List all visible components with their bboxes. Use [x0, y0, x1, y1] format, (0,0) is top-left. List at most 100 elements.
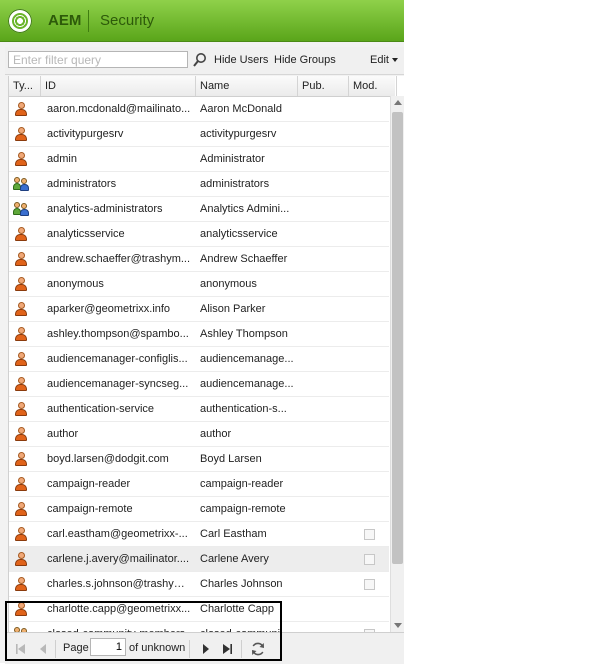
name-cell: audiencemanage...	[200, 353, 294, 365]
table-row[interactable]: activitypurgesrv activitypurgesrv	[9, 122, 389, 147]
user-icon	[14, 477, 28, 491]
id-cell: audiencemanager-configlis...	[47, 353, 188, 365]
id-cell: authentication-service	[47, 403, 155, 415]
toolbar: Hide Users Hide Groups Edit	[5, 47, 404, 75]
table-row[interactable]: administrators administrators	[9, 172, 389, 197]
header-divider	[88, 10, 89, 32]
group-icon	[13, 202, 29, 216]
table-row[interactable]: audiencemanager-syncseg... audiencemanage…	[9, 372, 389, 397]
edit-menu-button[interactable]: Edit	[370, 54, 398, 66]
table-row[interactable]: ashley.thompson@spambo... Ashley Thompson	[9, 322, 389, 347]
id-cell: carl.eastham@geometrixx-...	[47, 528, 188, 540]
table-row[interactable]: author author	[9, 422, 389, 447]
user-icon	[14, 277, 28, 291]
search-icon[interactable]	[192, 52, 208, 68]
type-cell	[11, 97, 33, 121]
id-cell: andrew.schaeffer@trashym...	[47, 253, 191, 265]
name-cell: Charlotte Capp	[200, 603, 274, 615]
first-page-icon[interactable]	[14, 642, 28, 656]
name-cell: administrators	[200, 178, 270, 190]
name-cell: analyticsservice	[200, 228, 278, 240]
user-icon	[14, 252, 28, 266]
user-icon	[14, 402, 28, 416]
page-number-input[interactable]	[90, 638, 126, 656]
table-row[interactable]: aparker@geometrixx.info Alison Parker	[9, 297, 389, 322]
aem-logo-icon[interactable]	[8, 9, 32, 33]
modified-checkbox[interactable]	[364, 579, 375, 590]
column-mod[interactable]: Mod.	[349, 76, 397, 96]
table-row[interactable]: admin Administrator	[9, 147, 389, 172]
user-icon	[14, 527, 28, 541]
type-cell	[11, 397, 33, 421]
name-cell: Carl Eastham	[200, 528, 267, 540]
table-row[interactable]: carlene.j.avery@mailinator.... Carlene Av…	[9, 547, 389, 572]
type-cell	[11, 247, 33, 271]
type-cell	[11, 222, 33, 246]
id-cell: admin	[47, 153, 77, 165]
table-row[interactable]: authentication-service authentication-s..…	[9, 397, 389, 422]
table-row[interactable]: audiencemanager-configlis... audiencemana…	[9, 347, 389, 372]
name-cell: Ashley Thompson	[200, 328, 288, 340]
table-row[interactable]: analytics-administrators Analytics Admini…	[9, 197, 389, 222]
table-row[interactable]: charles.s.johnson@trashym... Charles John…	[9, 572, 389, 597]
pager-divider	[241, 640, 242, 658]
column-id[interactable]: ID	[41, 76, 196, 96]
table-row[interactable]: carl.eastham@geometrixx-... Carl Eastham	[9, 522, 389, 547]
id-cell: campaign-remote	[47, 503, 133, 515]
page-count-label: of unknown	[129, 642, 186, 654]
table-row[interactable]: andrew.schaeffer@trashym... Andrew Schaef…	[9, 247, 389, 272]
name-cell: anonymous	[200, 278, 257, 290]
table-row[interactable]: boyd.larsen@dodgit.com Boyd Larsen	[9, 447, 389, 472]
user-icon	[14, 552, 28, 566]
pager-divider	[189, 640, 190, 658]
user-icon	[14, 302, 28, 316]
scroll-up-icon[interactable]	[394, 100, 402, 105]
id-cell: campaign-reader	[47, 478, 131, 490]
column-pub[interactable]: Pub.	[298, 76, 349, 96]
user-icon	[14, 227, 28, 241]
security-console: AEM Security Hide Users Hide Groups Edit…	[0, 0, 405, 664]
type-cell	[11, 472, 33, 496]
hide-groups-button[interactable]: Hide Groups	[274, 54, 336, 66]
user-icon	[14, 352, 28, 366]
table-row[interactable]: campaign-reader campaign-reader	[9, 472, 389, 497]
type-cell	[11, 597, 33, 621]
users-grid: Ty... ID Name Pub. Mod. aaron.mcdonald@m…	[8, 76, 405, 632]
column-name[interactable]: Name	[196, 76, 298, 96]
refresh-icon[interactable]	[250, 641, 266, 657]
group-icon	[13, 177, 29, 191]
id-cell: author	[47, 428, 79, 440]
vertical-scrollbar[interactable]	[390, 96, 404, 632]
table-row[interactable]: aaron.mcdonald@mailinato... Aaron McDonal…	[9, 97, 389, 122]
scroll-down-icon[interactable]	[394, 623, 402, 628]
table-row[interactable]: closed-community-members closed-communi..…	[9, 622, 389, 632]
last-page-icon[interactable]	[220, 642, 234, 656]
modified-checkbox[interactable]	[364, 529, 375, 540]
table-row[interactable]: campaign-remote campaign-remote	[9, 497, 389, 522]
next-page-icon[interactable]	[199, 642, 213, 656]
table-row[interactable]: charlotte.capp@geometrixx... Charlotte Ca…	[9, 597, 389, 622]
filter-input[interactable]	[8, 51, 188, 68]
app-header: AEM Security	[0, 0, 404, 42]
id-cell: boyd.larsen@dodgit.com	[47, 453, 169, 465]
page-label: Page	[63, 642, 89, 654]
prev-page-icon[interactable]	[36, 642, 50, 656]
table-row[interactable]: analyticsservice analyticsservice	[9, 222, 389, 247]
user-icon	[14, 452, 28, 466]
type-cell	[11, 572, 33, 596]
scrollbar-thumb[interactable]	[392, 112, 403, 564]
type-cell	[11, 497, 33, 521]
name-cell: closed-communi...	[200, 622, 295, 632]
table-row[interactable]: anonymous anonymous	[9, 272, 389, 297]
id-cell: charles.s.johnson@trashym...	[47, 578, 192, 590]
hide-users-button[interactable]: Hide Users	[214, 54, 268, 66]
grid-rows: aaron.mcdonald@mailinato... Aaron McDonal…	[9, 97, 389, 632]
modified-checkbox[interactable]	[364, 554, 375, 565]
name-cell: Carlene Avery	[200, 553, 269, 565]
column-type[interactable]: Ty...	[9, 76, 41, 96]
page-title: Security	[100, 12, 155, 29]
id-cell: closed-community-members	[47, 622, 192, 632]
type-cell	[11, 522, 33, 546]
name-cell: campaign-remote	[200, 503, 286, 515]
id-cell: charlotte.capp@geometrixx...	[47, 603, 191, 615]
